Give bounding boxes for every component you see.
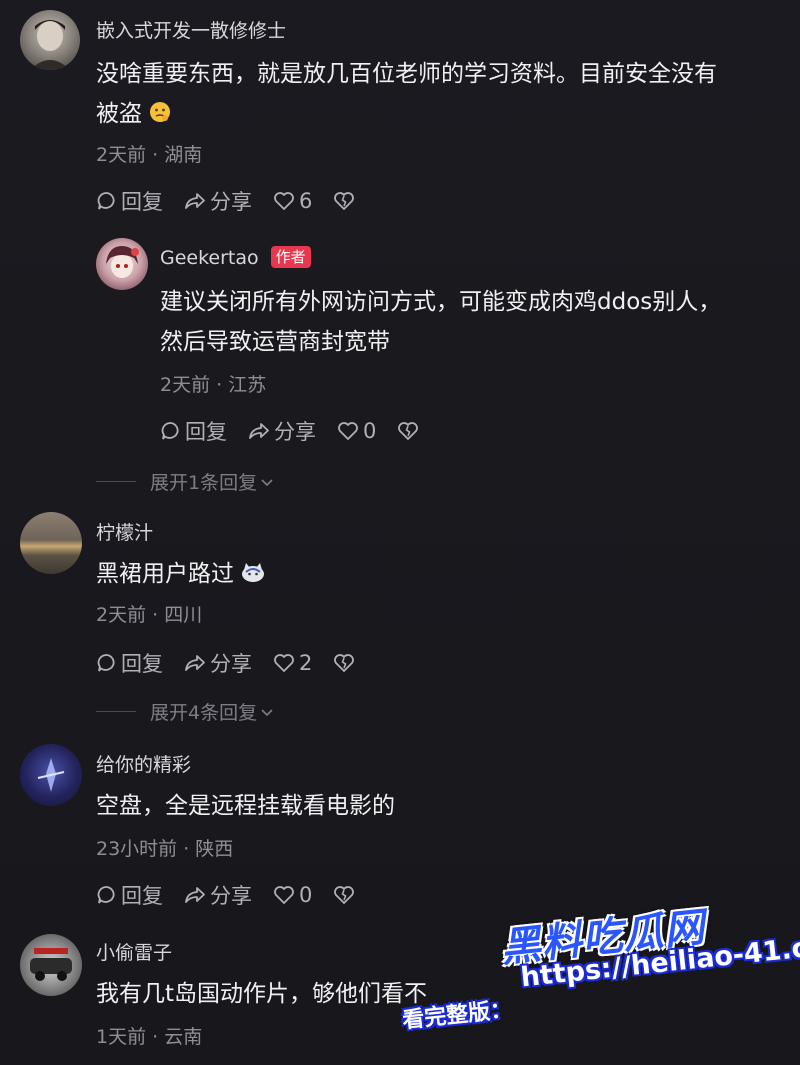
comment-meta: 2天前 · 四川 xyxy=(96,604,203,626)
comment-content-line: 空盘，全是远程挂载看电影的 xyxy=(96,793,395,819)
expand-replies-button[interactable]: 展开1条回复 xyxy=(96,468,275,495)
comment-meta: 2天前 · 湖南 xyxy=(96,144,203,166)
share-button[interactable]: 分享 xyxy=(183,186,252,216)
comment-meta: 23小时前 · 陕西 xyxy=(96,838,234,860)
comment-content-line: 黑裙用户路过 xyxy=(96,561,234,587)
share-arrow-icon xyxy=(185,655,205,671)
like-button[interactable]: 6 xyxy=(272,189,312,213)
reply-username: Geekertao 作者 xyxy=(160,246,311,269)
share-label: 分享 xyxy=(210,190,252,214)
author-badge: 作者 xyxy=(270,246,311,268)
comment-actions: 回复 分享 6 xyxy=(96,186,379,216)
reply-button[interactable]: 回复 xyxy=(96,648,163,678)
comment-content: 黑裙用户路过 xyxy=(96,554,796,597)
like-button[interactable]: 2 xyxy=(272,651,312,675)
dislike-button[interactable] xyxy=(332,884,359,906)
avatar[interactable] xyxy=(20,512,82,574)
share-label: 分享 xyxy=(274,420,316,444)
avatar[interactable] xyxy=(20,934,82,996)
reply-actions: 回复 分享 0 xyxy=(160,416,443,446)
reply-content-line: 建议关闭所有外网访问方式，可能变成肉鸡ddos别人， xyxy=(160,289,722,315)
comment-bubble-icon xyxy=(161,422,179,440)
reply-label: 回复 xyxy=(185,420,227,444)
reply-username-text[interactable]: Geekertao xyxy=(160,247,259,269)
like-button[interactable]: 0 xyxy=(336,419,376,443)
comment-actions: 回复 分享 2 xyxy=(96,648,379,678)
like-count: 0 xyxy=(363,419,377,443)
share-arrow-icon xyxy=(249,423,269,439)
comment-username[interactable]: 柠檬汁 xyxy=(96,518,153,545)
expand-replies-label: 展开1条回复 xyxy=(150,472,258,494)
like-count: 6 xyxy=(299,189,313,213)
reply-avatar[interactable] xyxy=(96,238,148,290)
heart-icon xyxy=(274,886,294,904)
expand-replies-button[interactable]: 展开4条回复 xyxy=(96,698,275,725)
share-label: 分享 xyxy=(210,884,252,908)
comment-meta: 1天前 · 云南 xyxy=(96,1026,203,1048)
share-button[interactable]: 分享 xyxy=(247,416,316,446)
like-button[interactable]: 0 xyxy=(272,883,312,907)
broken-heart-icon xyxy=(398,422,419,440)
comment-content: 空盘，全是远程挂载看电影的 xyxy=(96,786,796,826)
divider xyxy=(96,711,136,712)
reply-button[interactable]: 回复 xyxy=(160,416,227,446)
comment-bubble-icon xyxy=(97,192,115,210)
comment-username[interactable]: 给你的精彩 xyxy=(96,750,191,777)
heart-icon xyxy=(338,422,358,440)
avatar[interactable] xyxy=(20,10,80,70)
share-button[interactable]: 分享 xyxy=(183,648,252,678)
dislike-button[interactable] xyxy=(332,652,359,674)
reply-button[interactable]: 回复 xyxy=(96,880,163,910)
avatar[interactable] xyxy=(20,744,82,806)
comment-bubble-icon xyxy=(97,886,115,904)
reply-content: 建议关闭所有外网访问方式，可能变成肉鸡ddos别人， 然后导致运营商封宽带 xyxy=(160,282,790,362)
comment-content-line: 没啥重要东西，就是放几百位老师的学习资料。目前安全没有 xyxy=(96,61,717,87)
share-arrow-icon xyxy=(185,193,205,209)
divider xyxy=(96,481,136,482)
comment-content: 没啥重要东西，就是放几百位老师的学习资料。目前安全没有 被盗 xyxy=(96,54,796,137)
chevron-down-icon xyxy=(261,478,273,486)
comment-content-line: 我有几t岛国动作片，够他们看不 xyxy=(96,981,428,1007)
reply-button[interactable]: 回复 xyxy=(96,186,163,216)
share-arrow-icon xyxy=(185,887,205,903)
reply-label: 回复 xyxy=(121,884,163,908)
heart-icon xyxy=(274,654,294,672)
heart-icon xyxy=(274,192,294,210)
like-count: 2 xyxy=(299,651,313,675)
dislike-button[interactable] xyxy=(396,420,423,442)
dislike-button[interactable] xyxy=(332,190,359,212)
cat-emoji-icon xyxy=(240,557,266,597)
expand-replies-label: 展开4条回复 xyxy=(150,702,258,724)
comment-content-line: 被盗 xyxy=(96,101,142,127)
chevron-down-icon xyxy=(261,708,273,716)
comment-username[interactable]: 嵌入式开发一散修修士 xyxy=(96,16,286,43)
comment-actions: 回复 分享 0 xyxy=(96,880,379,910)
broken-heart-icon xyxy=(334,654,355,672)
share-button[interactable]: 分享 xyxy=(183,880,252,910)
comment-bubble-icon xyxy=(97,654,115,672)
reply-content-line: 然后导致运营商封宽带 xyxy=(160,329,390,355)
comment-username[interactable]: 小偷雷子 xyxy=(96,938,172,965)
thinking-emoji-icon xyxy=(148,97,172,137)
reply-label: 回复 xyxy=(121,190,163,214)
reply-meta: 2天前 · 江苏 xyxy=(160,374,267,396)
broken-heart-icon xyxy=(334,886,355,904)
comment-list-page: 嵌入式开发一散修修士 没啥重要东西，就是放几百位老师的学习资料。目前安全没有 被… xyxy=(0,0,800,1065)
reply-label: 回复 xyxy=(121,652,163,676)
share-label: 分享 xyxy=(210,652,252,676)
like-count: 0 xyxy=(299,883,313,907)
broken-heart-icon xyxy=(334,192,355,210)
